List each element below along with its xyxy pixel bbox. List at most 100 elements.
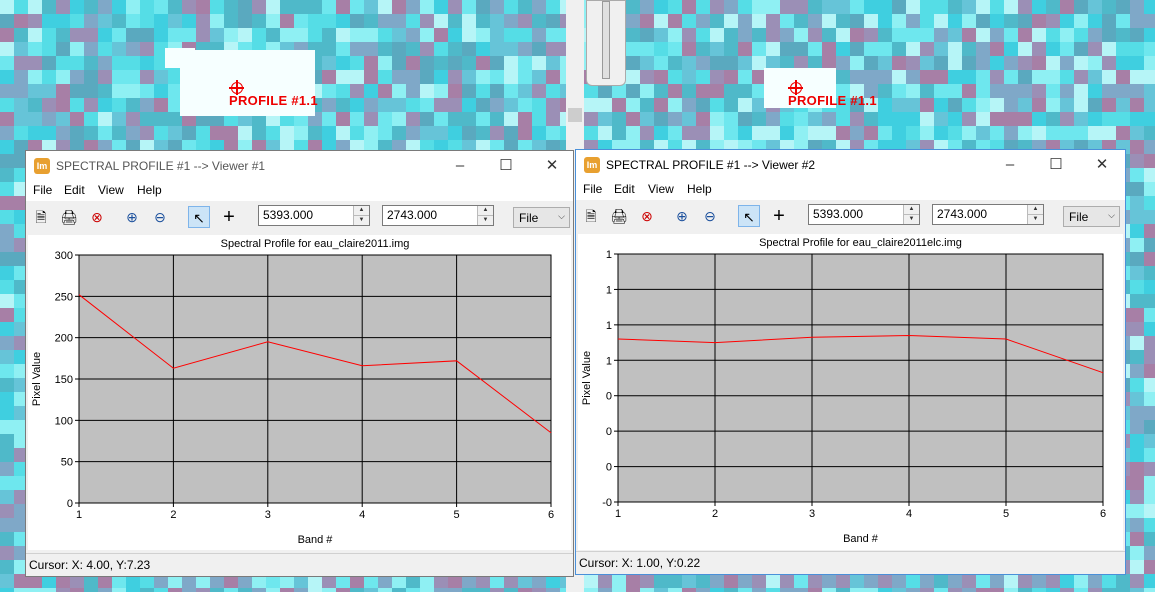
y-coordinate-stepper[interactable]: ▲▼: [932, 204, 1044, 225]
image-pixel: [392, 126, 406, 140]
menu-view[interactable]: View: [98, 183, 124, 197]
maximize-button[interactable]: ☐: [1033, 150, 1079, 180]
image-pixel: [1130, 196, 1144, 210]
menu-view[interactable]: View: [648, 182, 674, 196]
image-pixel: [948, 84, 962, 98]
image-pixel: [252, 0, 266, 14]
image-pixel: [42, 42, 56, 56]
image-pixel: [294, 28, 308, 42]
scrollbar-track[interactable]: [602, 1, 610, 79]
title-bar[interactable]: Im SPECTRAL PROFILE #1 --> Viewer #1 – ☐…: [26, 151, 573, 181]
image-pixel: [224, 126, 238, 140]
image-pixel: [710, 126, 724, 140]
zoom-in-icon[interactable]: ⊕: [671, 205, 693, 227]
spin-up-icon[interactable]: ▲: [478, 206, 493, 216]
spectral-profile-window-2[interactable]: Im SPECTRAL PROFILE #1 --> Viewer #2 – ☐…: [575, 149, 1126, 575]
image-pixel: [1144, 476, 1155, 490]
clear-icon[interactable]: ⊗: [86, 206, 108, 228]
menu-edit[interactable]: Edit: [614, 182, 635, 196]
spin-down-icon[interactable]: ▼: [478, 216, 493, 225]
spectral-profile-chart[interactable]: Spectral Profile for eau_claire2011elc.i…: [578, 234, 1123, 550]
spin-up-icon[interactable]: ▲: [904, 205, 919, 215]
image-pixel: [56, 112, 70, 126]
file-select[interactable]: File ⌵: [513, 207, 570, 228]
image-pixel: [196, 14, 210, 28]
spin-up-icon[interactable]: ▲: [354, 206, 369, 216]
image-pixel: [1130, 84, 1144, 98]
y-coordinate-stepper[interactable]: ▲▼: [382, 205, 494, 226]
zoom-out-icon[interactable]: ⊖: [149, 206, 171, 228]
y-coordinate-input[interactable]: [385, 207, 475, 223]
spectral-profile-chart[interactable]: Spectral Profile for eau_claire2011.img 1…: [28, 235, 571, 550]
image-pixel: [766, 126, 780, 140]
y-axis-label: Pixel Value: [31, 352, 43, 406]
new-document-icon[interactable]: 🗎: [30, 206, 52, 228]
image-pixel: [682, 126, 696, 140]
image-pixel: [0, 392, 14, 406]
x-tick-label: 5: [454, 509, 460, 521]
zoom-in-icon[interactable]: ⊕: [121, 206, 143, 228]
image-pixel: [1130, 70, 1144, 84]
image-pixel: [168, 126, 182, 140]
image-pixel: [518, 98, 532, 112]
image-pixel: [406, 56, 420, 70]
image-pixel: [1046, 574, 1060, 588]
select-arrow-icon[interactable]: ↖: [188, 206, 210, 228]
divider-thumb[interactable]: [568, 108, 582, 122]
image-pixel: [490, 56, 504, 70]
image-pixel: [0, 574, 14, 588]
image-pixel: [406, 14, 420, 28]
image-pixel: [84, 56, 98, 70]
y-coordinate-input[interactable]: [935, 206, 1025, 222]
image-pixel: [1102, 126, 1116, 140]
close-button[interactable]: ✕: [529, 151, 575, 181]
x-coordinate-input[interactable]: [811, 206, 901, 222]
x-coordinate-stepper[interactable]: ▲▼: [258, 205, 370, 226]
menu-help[interactable]: Help: [687, 182, 712, 196]
close-button[interactable]: ✕: [1079, 150, 1125, 180]
spin-up-icon[interactable]: ▲: [1028, 205, 1043, 215]
menu-file[interactable]: File: [583, 182, 602, 196]
menu-help[interactable]: Help: [137, 183, 162, 197]
title-bar[interactable]: Im SPECTRAL PROFILE #1 --> Viewer #2 – ☐…: [576, 150, 1125, 180]
spin-down-icon[interactable]: ▼: [904, 215, 919, 224]
image-pixel: [266, 28, 280, 42]
image-pixel: [546, 126, 560, 140]
new-document-icon[interactable]: 🗎: [580, 205, 602, 227]
image-pixel: [322, 98, 336, 112]
spectral-profile-window-1[interactable]: Im SPECTRAL PROFILE #1 --> Viewer #1 – ☐…: [25, 150, 574, 577]
image-pixel: [462, 14, 476, 28]
maximize-button[interactable]: ☐: [483, 151, 529, 181]
crosshair-icon[interactable]: +: [768, 205, 790, 227]
x-coordinate-input[interactable]: [261, 207, 351, 223]
print-icon[interactable]: 🖨: [58, 206, 80, 228]
image-pixel: [668, 574, 682, 588]
minimize-button[interactable]: –: [987, 150, 1033, 180]
image-pixel: [934, 14, 948, 28]
minimize-button[interactable]: –: [437, 151, 483, 181]
viewer-2-scrollbar[interactable]: [586, 0, 626, 86]
image-pixel: [308, 0, 322, 14]
x-coordinate-stepper[interactable]: ▲▼: [808, 204, 920, 225]
zoom-out-icon[interactable]: ⊖: [699, 205, 721, 227]
image-pixel: [434, 126, 448, 140]
clear-icon[interactable]: ⊗: [636, 205, 658, 227]
file-select[interactable]: File ⌵: [1063, 206, 1120, 227]
spin-down-icon[interactable]: ▼: [1028, 215, 1043, 224]
menu-edit[interactable]: Edit: [64, 183, 85, 197]
print-icon[interactable]: 🖨: [608, 205, 630, 227]
image-pixel: [598, 112, 612, 126]
spin-down-icon[interactable]: ▼: [354, 216, 369, 225]
profile-label: PROFILE #1.1: [788, 93, 877, 108]
image-pixel: [98, 84, 112, 98]
crosshair-icon[interactable]: +: [218, 206, 240, 228]
image-pixel: [378, 98, 392, 112]
image-pixel: [948, 98, 962, 112]
menu-file[interactable]: File: [33, 183, 52, 197]
image-pixel: [962, 0, 976, 14]
image-pixel: [836, 0, 850, 14]
plot-area[interactable]: Spectral Profile for eau_claire2011elc.i…: [578, 234, 1123, 550]
plot-area[interactable]: Spectral Profile for eau_claire2011.img 1…: [28, 235, 571, 550]
select-arrow-icon[interactable]: ↖: [738, 205, 760, 227]
image-pixel: [654, 574, 668, 588]
